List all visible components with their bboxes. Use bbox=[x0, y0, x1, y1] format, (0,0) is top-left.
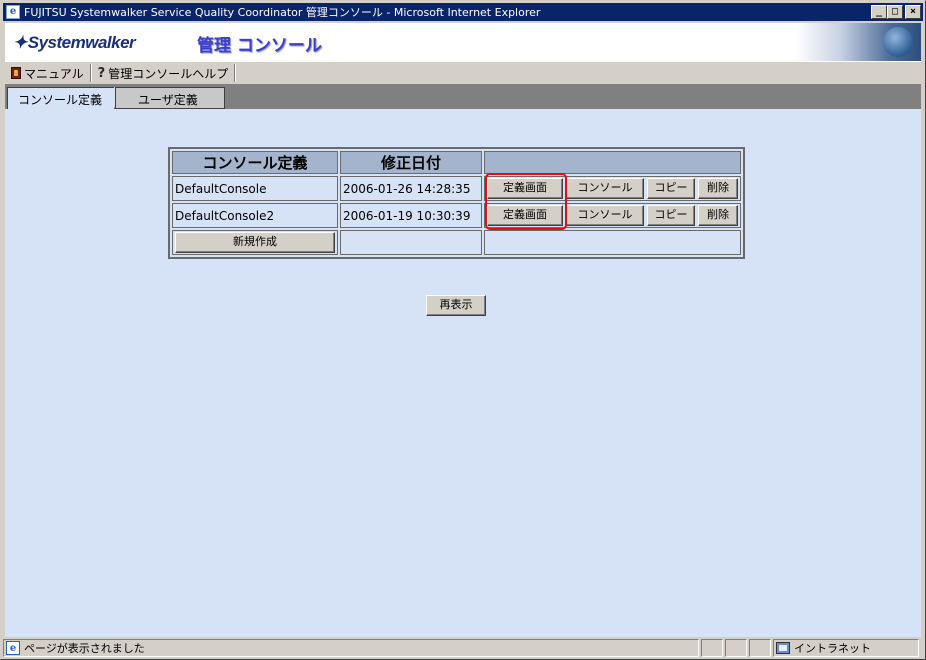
minimize-button[interactable]: _ bbox=[871, 5, 887, 19]
main-content: コンソール定義 修正日付 DefaultConsole 2006-01-26 1… bbox=[5, 109, 921, 637]
security-zone-pane: イントラネット bbox=[773, 639, 919, 657]
column-header-console: コンソール定義 bbox=[172, 151, 338, 174]
table-row-new: 新規作成 bbox=[172, 230, 741, 255]
new-cell: 新規作成 bbox=[172, 230, 338, 255]
tab-console-definition[interactable]: コンソール定義 bbox=[7, 87, 123, 109]
status-pane bbox=[725, 639, 747, 657]
question-mark-icon: ? bbox=[97, 65, 106, 81]
console-name-cell: DefaultConsole2 bbox=[172, 203, 338, 228]
delete-button[interactable]: 削除 bbox=[698, 178, 738, 199]
row-actions: 定義画面 コンソール コピー 削除 bbox=[487, 178, 738, 199]
toolbar: マニュアル ? 管理コンソールヘルプ bbox=[5, 61, 921, 85]
zone-label: イントラネット bbox=[794, 642, 871, 655]
column-header-date: 修正日付 bbox=[340, 151, 482, 174]
status-pane bbox=[749, 639, 771, 657]
delete-button[interactable]: 削除 bbox=[698, 205, 738, 226]
copy-button[interactable]: コピー bbox=[647, 205, 695, 226]
status-bar: e ページが表示されました イントラネット bbox=[3, 638, 923, 658]
status-message: ページが表示されました bbox=[24, 642, 145, 655]
tab-user-definition[interactable]: ユーザ定義 bbox=[115, 87, 225, 109]
manual-link[interactable]: マニュアル bbox=[5, 63, 90, 83]
actions-cell: 定義画面 コンソール コピー 削除 bbox=[484, 176, 741, 201]
help-label: 管理コンソールヘルプ bbox=[108, 66, 229, 81]
tab-label: コンソール定義 bbox=[18, 93, 103, 107]
toolbar-separator bbox=[234, 64, 237, 82]
console-table: コンソール定義 修正日付 DefaultConsole 2006-01-26 1… bbox=[168, 147, 745, 259]
refresh-button[interactable]: 再表示 bbox=[426, 295, 486, 316]
window-controls: _ □ × bbox=[871, 5, 921, 19]
table-row: DefaultConsole 2006-01-26 14:28:35 定義画面 … bbox=[172, 176, 741, 201]
column-header-actions bbox=[484, 151, 741, 174]
header-banner: ✦Systemwalker 管理 コンソール bbox=[5, 23, 921, 61]
resize-grip[interactable] bbox=[919, 639, 923, 657]
new-create-button[interactable]: 新規作成 bbox=[175, 232, 335, 253]
close-button[interactable]: × bbox=[905, 5, 921, 19]
manual-label: マニュアル bbox=[24, 66, 84, 81]
status-pane bbox=[701, 639, 723, 657]
copy-button[interactable]: コピー bbox=[647, 178, 695, 199]
empty-cell bbox=[484, 230, 741, 255]
internet-explorer-icon: e bbox=[6, 5, 20, 19]
systemwalker-logo: ✦Systemwalker bbox=[13, 33, 136, 53]
status-message-pane: e ページが表示されました bbox=[3, 639, 699, 657]
table-header-row: コンソール定義 修正日付 bbox=[172, 151, 741, 174]
help-link[interactable]: ? 管理コンソールヘルプ bbox=[92, 63, 235, 83]
tab-bar: コンソール定義 ユーザ定義 bbox=[5, 85, 921, 109]
banner-decoration bbox=[796, 23, 921, 61]
title-bar[interactable]: e FUJITSU Systemwalker Service Quality C… bbox=[3, 3, 923, 21]
globe-icon bbox=[883, 27, 913, 57]
row-actions: 定義画面 コンソール コピー 削除 bbox=[487, 205, 738, 226]
modified-date-cell: 2006-01-26 14:28:35 bbox=[340, 176, 482, 201]
intranet-icon bbox=[776, 642, 790, 654]
logo-mark-icon: ✦ bbox=[13, 33, 27, 52]
book-icon bbox=[11, 67, 21, 79]
actions-cell: 定義画面 コンソール コピー 削除 bbox=[484, 203, 741, 228]
logo-text: Systemwalker bbox=[27, 33, 136, 52]
console-name-cell: DefaultConsole bbox=[172, 176, 338, 201]
table-row: DefaultConsole2 2006-01-19 10:30:39 定義画面… bbox=[172, 203, 741, 228]
page-title: 管理 コンソール bbox=[197, 36, 322, 56]
empty-cell bbox=[340, 230, 482, 255]
define-screen-button[interactable]: 定義画面 bbox=[487, 205, 563, 226]
define-screen-button[interactable]: 定義画面 bbox=[487, 178, 563, 199]
maximize-button[interactable]: □ bbox=[887, 5, 903, 19]
window-title: FUJITSU Systemwalker Service Quality Coo… bbox=[24, 6, 541, 19]
console-button[interactable]: コンソール bbox=[566, 205, 644, 226]
browser-window: e FUJITSU Systemwalker Service Quality C… bbox=[0, 0, 926, 660]
console-button[interactable]: コンソール bbox=[566, 178, 644, 199]
modified-date-cell: 2006-01-19 10:30:39 bbox=[340, 203, 482, 228]
tab-label: ユーザ定義 bbox=[138, 93, 198, 107]
page-icon: e bbox=[6, 641, 20, 655]
